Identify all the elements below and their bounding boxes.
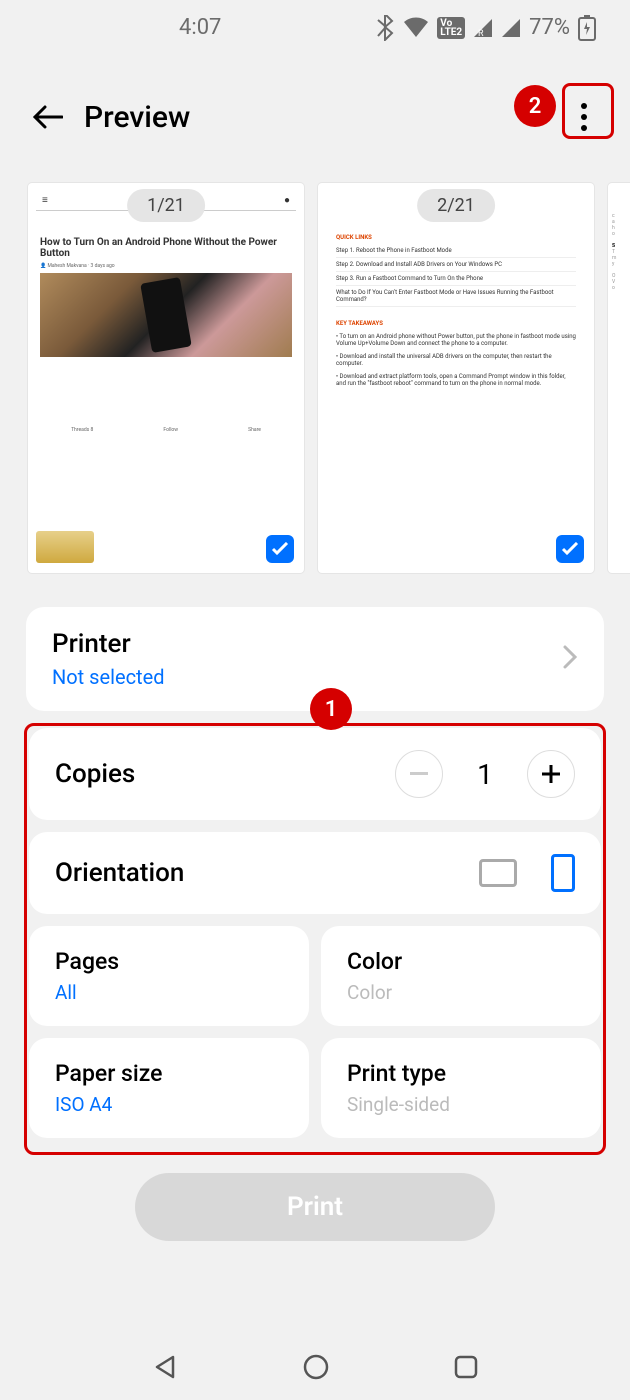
hamburger-icon: ≡ [42,195,48,206]
article-hero-image [40,273,292,357]
page-title: Preview [84,100,190,135]
arrow-left-icon [33,105,63,129]
nav-home[interactable] [302,1353,330,1381]
article-title: How to Turn On an Android Phone Without … [40,237,292,259]
plus-icon [541,764,561,784]
page-indicator: 2/21 [417,189,495,222]
color-value: Color [347,981,575,1004]
annotation-2: 2 [514,85,556,127]
minus-icon [410,772,428,776]
back-button[interactable] [30,99,66,135]
wifi-icon [403,17,429,39]
svg-text:R: R [478,29,484,38]
avatar-icon: ● [284,195,290,206]
paper-size-option[interactable]: Paper size ISO A4 [29,1038,309,1138]
ad-thumbnail [36,531,94,563]
copies-decrement[interactable] [395,750,443,798]
copies-row: Copies 1 [29,728,601,820]
bluetooth-icon [375,15,395,41]
signal-icon-1: R [473,18,493,38]
print-settings: Printer Not selected Copies 1 Orientatio… [0,587,630,1241]
page-thumbnail-2[interactable]: 2/21 QUICK LINKS Step 1. Reboot the Phon… [318,183,594,573]
page-selected-check[interactable] [266,535,294,563]
check-icon [271,542,289,556]
battery-pct: 77% [529,15,570,40]
triangle-back-icon [151,1353,179,1381]
orientation-label: Orientation [55,858,184,888]
print-type-label: Print type [347,1060,575,1087]
page-preview-strip[interactable]: 1/21 ≡ ● How to Turn On an Android Phone… [0,169,630,587]
orientation-portrait[interactable] [551,854,575,892]
pages-value: All [55,981,283,1004]
paper-size-label: Paper size [55,1060,283,1087]
copies-increment[interactable] [527,750,575,798]
system-nav-bar [0,1340,630,1400]
settings-highlight-box: Copies 1 Orientation Pages All [24,723,606,1155]
print-button[interactable]: Print [135,1173,495,1241]
pages-label: Pages [55,948,283,975]
more-menu-button[interactable] [560,93,608,141]
article-outline: QUICK LINKS Step 1. Reboot the Phone in … [336,231,576,390]
status-time: 4:07 [179,15,221,40]
page-indicator: 1/21 [127,189,205,222]
copies-label: Copies [55,759,135,789]
page-thumbnail-1[interactable]: 1/21 ≡ ● How to Turn On an Android Phone… [28,183,304,573]
paper-size-value: ISO A4 [55,1093,283,1116]
check-icon [561,542,579,556]
page-selected-check[interactable] [556,535,584,563]
copies-value: 1 [465,758,505,791]
annotation-1: 1 [310,688,352,730]
print-type-option[interactable]: Print type Single-sided [321,1038,601,1138]
nav-recents[interactable] [453,1354,479,1380]
color-label: Color [347,948,575,975]
printer-label: Printer [52,629,164,659]
page-thumbnail-3[interactable]: cahoSTmyOVo [608,183,630,573]
orientation-landscape[interactable] [479,859,517,887]
signal-icon-2 [501,18,521,38]
circle-home-icon [302,1353,330,1381]
nav-back[interactable] [151,1353,179,1381]
chevron-right-icon [562,644,578,674]
print-type-value: Single-sided [347,1093,575,1116]
square-recents-icon [453,1354,479,1380]
more-vertical-icon [580,102,588,132]
orientation-row: Orientation [29,832,601,914]
printer-value: Not selected [52,665,164,689]
social-row: Threads 8 Follow Share [36,427,296,433]
battery-icon [578,15,596,41]
status-bar: 4:07 VoLTE2 R 77% [0,0,630,55]
volte-icon: VoLTE2 [437,17,465,39]
color-option[interactable]: Color Color [321,926,601,1026]
header: Preview 2 [0,55,630,169]
pages-option[interactable]: Pages All [29,926,309,1026]
